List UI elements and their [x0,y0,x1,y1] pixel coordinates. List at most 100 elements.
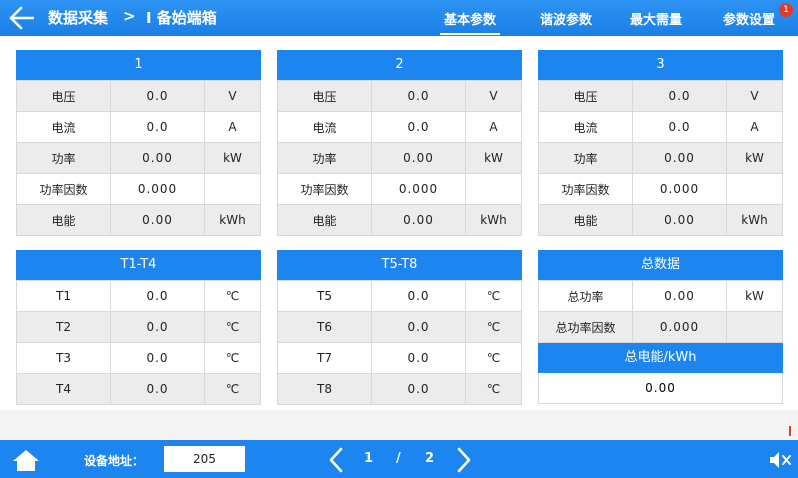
row-value: 0.00 [371,204,466,236]
table-row: 电流 0.0 A [277,111,522,143]
tab-param-settings[interactable]: 参数设置 [723,9,775,28]
table-row: 电压 0.0 V [538,80,783,112]
table-row: 电能 0.00 kWh [16,204,261,236]
row-value: 0.00 [110,142,205,174]
content-area: 1 电压 0.0 V 电流 0.0 A 功率 0.00 kW 功率因数 0.000 电能 0.0… [0,36,798,410]
table-row: 电流 0.0 A [16,111,261,143]
row-label: 电流 [538,111,633,143]
page-current: 1 [364,451,374,466]
totals-table: 总功率 0.00 kW 总功率因数 0.000 [538,280,783,343]
row-label: 功率因数 [538,173,633,205]
row-unit: A [465,111,522,143]
row-label: T5 [277,280,372,312]
panel-title: T5-T8 [277,250,522,280]
table-row: T7 0.0 ℃ [277,342,522,374]
panel-title: 3 [538,50,783,80]
row-unit: ℃ [465,280,522,312]
table-row: 电压 0.0 V [277,80,522,112]
row-unit: kW [465,142,522,174]
phase-table: 电压 0.0 V 电流 0.0 A 功率 0.00 kW 功率因数 0.000 电能 0.00 k… [277,80,522,236]
chevron-right-icon[interactable] [455,447,473,473]
table-row: 总功率因数 0.000 [538,311,783,343]
temp-panel-t5-t8: T5-T8 T5 0.0 ℃ T6 0.0 ℃ T7 0.0 ℃ T8 0.0 ℃ [277,250,522,405]
row-label: T3 [16,342,111,374]
row-label: 电压 [538,80,633,112]
row-unit: kW [726,280,783,312]
row-label: 电能 [16,204,111,236]
breadcrumb-separator: > [123,7,136,25]
table-row: 功率因数 0.000 [16,173,261,205]
panel-title: T1-T4 [16,250,261,280]
row-unit: kWh [204,204,261,236]
row-value: 0.0 [110,80,205,112]
page-total: 2 [425,451,435,466]
table-row: 功率因数 0.000 [277,173,522,205]
row-unit: V [726,80,783,112]
home-icon[interactable] [12,448,40,472]
table-row: 功率 0.00 kW [538,142,783,174]
row-unit [204,173,261,205]
row-unit: ℃ [204,311,261,343]
row-value: 0.00 [371,142,466,174]
row-value: 0.0 [632,80,727,112]
row-value: 0.0 [371,373,466,405]
phase-table: 电压 0.0 V 电流 0.0 A 功率 0.00 kW 功率因数 0.000 电能 0.00 k… [538,80,783,236]
breadcrumb-data-collection[interactable]: 数据采集 [48,7,108,28]
row-value: 0.0 [110,342,205,374]
tab-max-demand[interactable]: 最大需量 [630,9,682,28]
device-address-label: 设备地址： [84,454,145,468]
row-unit [726,311,783,343]
row-label: 总功率因数 [538,311,633,343]
row-unit: ℃ [204,342,261,374]
row-unit [465,173,522,205]
row-value: 0.0 [371,111,466,143]
row-unit: kWh [726,204,783,236]
row-value: 0.0 [371,80,466,112]
row-value: 0.000 [371,173,466,205]
row-label: 电流 [277,111,372,143]
phase-panel-1: 1 电压 0.0 V 电流 0.0 A 功率 0.00 kW 功率因数 0.000 电能 0.0… [16,50,261,236]
speaker-mute-icon[interactable] [768,450,792,470]
row-unit: kWh [465,204,522,236]
row-value: 0.0 [110,311,205,343]
row-label: 电压 [16,80,111,112]
row-label: 电能 [538,204,633,236]
device-address-input[interactable]: 205 [164,446,245,472]
row-unit: V [465,80,522,112]
table-row: T6 0.0 ℃ [277,311,522,343]
table-row: T4 0.0 ℃ [16,373,261,405]
totals-panel: 总数据 总功率 0.00 kW 总功率因数 0.000 总电能/kWh 0.00 [538,250,783,404]
table-row: 功率 0.00 kW [277,142,522,174]
row-unit: kW [726,142,783,174]
phase-panel-2: 2 电压 0.0 V 电流 0.0 A 功率 0.00 kW 功率因数 0.000 电能 0.0… [277,50,522,236]
table-row: T5 0.0 ℃ [277,280,522,312]
arrow-left-icon[interactable] [8,6,34,30]
table-row: 电流 0.0 A [538,111,783,143]
row-value: 0.00 [110,204,205,236]
temp-table: T1 0.0 ℃ T2 0.0 ℃ T3 0.0 ℃ T4 0.0 ℃ [16,280,261,405]
row-unit: A [204,111,261,143]
row-value: 0.0 [371,311,466,343]
row-unit: ℃ [204,280,261,312]
row-label: 电压 [277,80,372,112]
row-value: 0.000 [110,173,205,205]
panel-title: 1 [16,50,261,80]
row-value: 0.0 [371,342,466,374]
tab-basic-params[interactable]: 基本参数 [439,9,501,35]
row-unit: ℃ [465,311,522,343]
chevron-left-icon[interactable] [327,447,345,473]
row-label: T4 [16,373,111,405]
row-value: 0.0 [110,111,205,143]
panel-title: 总数据 [538,250,783,280]
row-value: 0.0 [110,373,205,405]
row-label: T2 [16,311,111,343]
row-value: 0.00 [632,280,727,312]
row-label: 电流 [16,111,111,143]
panel-title: 2 [277,50,522,80]
tab-harmonic-params[interactable]: 谐波参数 [540,9,592,28]
row-value: 0.00 [632,142,727,174]
row-unit: A [726,111,783,143]
table-row: 功率因数 0.000 [538,173,783,205]
row-unit: V [204,80,261,112]
row-unit: ℃ [465,342,522,374]
